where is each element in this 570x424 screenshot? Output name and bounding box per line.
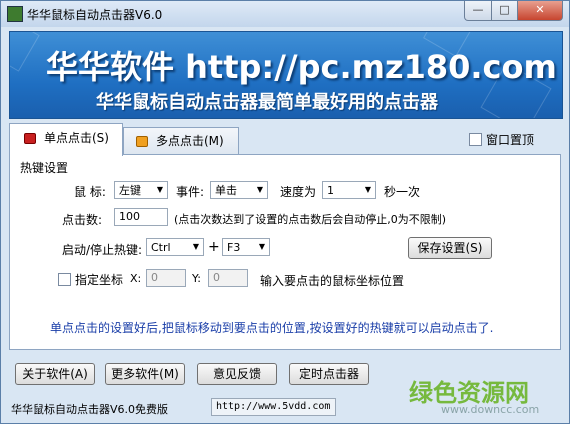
specify-coords-label: 指定坐标	[75, 273, 124, 287]
chevron-down-icon: ▼	[364, 185, 372, 194]
y-coordinate-input[interactable]: 0	[208, 269, 248, 287]
close-button[interactable]: ✕	[517, 1, 563, 21]
banner-tagline: 华华鼠标自动点击器最简单最好用的点击器	[96, 92, 438, 113]
event-select[interactable]: 单击 ▼	[210, 181, 268, 199]
speed-value: 1	[327, 184, 334, 197]
mouse-button-select[interactable]: 左键 ▼	[114, 181, 168, 199]
brand-banner: 华华软件 http://pc.mz180.com 华华鼠标自动点击器最简单最好用…	[9, 31, 563, 119]
click-count-label: 点击数:	[62, 213, 103, 227]
app-window: 华华鼠标自动点击器V6.0 — □ ✕ 华华软件 http://pc.mz180…	[0, 0, 570, 424]
banner-headline: 华华软件 http://pc.mz180.com	[46, 48, 557, 86]
mouse-label: 鼠 标:	[74, 185, 106, 199]
about-button[interactable]: 关于软件(A)	[15, 363, 95, 385]
tab-single-click[interactable]: 单点点击(S)	[9, 123, 123, 156]
more-software-button[interactable]: 更多软件(M)	[105, 363, 185, 385]
y-label: Y:	[192, 272, 201, 285]
chevron-down-icon: ▼	[192, 242, 200, 251]
hex-decoration	[10, 32, 40, 72]
orange-square-icon	[136, 136, 148, 147]
coords-hint: 输入要点击的鼠标坐标位置	[260, 274, 405, 288]
specify-coords-checkbox[interactable]	[58, 273, 71, 286]
chevron-down-icon: ▼	[258, 242, 266, 251]
speed-unit: 秒一次	[384, 185, 421, 199]
usage-hint: 单点点击的设置好后,把鼠标移动到要点击的位置,按设置好的热键就可以启动点击了.	[50, 321, 494, 335]
click-count-input[interactable]: 100	[114, 208, 168, 226]
status-url[interactable]: http://www.5vdd.com	[211, 398, 336, 416]
hotkey-plus: +	[208, 239, 220, 255]
maximize-button[interactable]: □	[491, 1, 518, 21]
tab-multi-click[interactable]: 多点点击(M)	[123, 127, 239, 155]
hotkey-key-value: F3	[227, 241, 241, 254]
mouse-button-value: 左键	[119, 184, 141, 197]
topmost-label: 窗口置顶	[486, 133, 535, 147]
event-label: 事件:	[176, 185, 205, 199]
topmost-checkbox[interactable]	[469, 133, 482, 146]
single-click-panel: 热键设置 鼠 标: 左键 ▼ 事件: 单击 ▼ 速度为 1 ▼ 秒一次 点击数:…	[9, 154, 561, 350]
hotkey-group-title: 热键设置	[20, 161, 69, 175]
tab-multi-click-label: 多点点击(M)	[156, 134, 224, 148]
topmost-toggle[interactable]: 窗口置顶	[469, 131, 534, 148]
window-title: 华华鼠标自动点击器V6.0	[27, 8, 163, 22]
status-left: 华华鼠标自动点击器V6.0免费版	[11, 403, 169, 416]
timer-clicker-button[interactable]: 定时点击器	[289, 363, 369, 385]
minimize-button[interactable]: —	[464, 1, 492, 21]
click-count-note: (点击次数达到了设置的点击数后会自动停止,0为不限制)	[174, 213, 447, 226]
hotkey-modifier-value: Ctrl	[151, 241, 171, 254]
hotkey-modifier-select[interactable]: Ctrl ▼	[146, 238, 204, 256]
x-label: X:	[130, 272, 142, 285]
x-coordinate-input[interactable]: 0	[146, 269, 186, 287]
speed-select[interactable]: 1 ▼	[322, 181, 376, 199]
save-settings-button[interactable]: 保存设置(S)	[408, 237, 492, 259]
event-value: 单击	[215, 184, 237, 197]
tab-single-click-label: 单点点击(S)	[44, 131, 109, 145]
red-square-icon	[24, 133, 36, 144]
chevron-down-icon: ▼	[256, 185, 264, 194]
feedback-button[interactable]: 意见反馈	[197, 363, 277, 385]
app-icon	[7, 6, 23, 22]
hotkey-label: 启动/停止热键:	[62, 243, 143, 257]
chevron-down-icon: ▼	[156, 185, 164, 194]
speed-label: 速度为	[280, 185, 317, 199]
title-bar[interactable]: 华华鼠标自动点击器V6.0 — □ ✕	[1, 1, 569, 27]
watermark-url: www.downcc.com	[441, 403, 540, 416]
hotkey-key-select[interactable]: F3 ▼	[222, 238, 270, 256]
specify-coords-toggle[interactable]: 指定坐标	[58, 271, 123, 288]
